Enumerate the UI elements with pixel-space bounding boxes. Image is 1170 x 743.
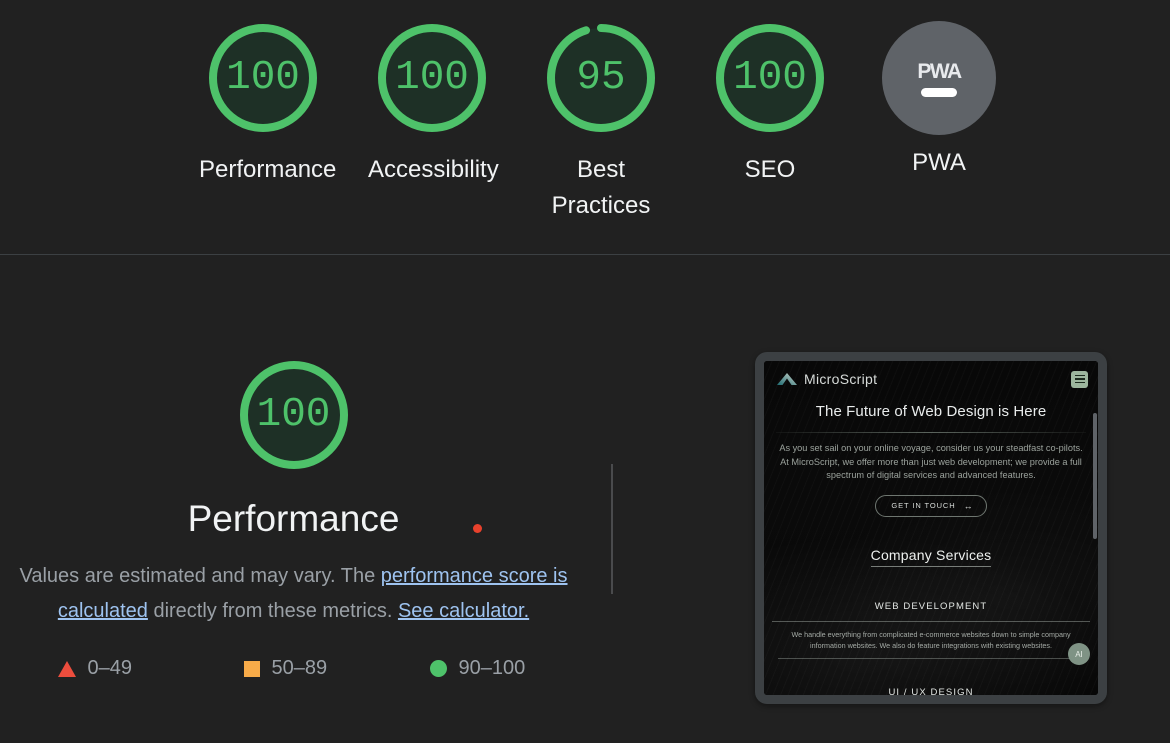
- disclaimer-text-part1: Values are estimated and may vary. The: [19, 565, 381, 587]
- legend-range-label: 0–49: [87, 657, 133, 679]
- service-divider-bottom: [778, 657, 1084, 659]
- site-brand-name: MicroScript: [804, 371, 878, 387]
- service-title-web-development: WEB DEVELOPMENT: [874, 600, 988, 612]
- ai-chat-bubble[interactable]: AI: [1068, 643, 1090, 665]
- get-in-touch-button[interactable]: GET IN TOUCH ↔: [875, 494, 987, 517]
- gauge-score-value: 100: [733, 54, 807, 101]
- section-title-underline: [871, 565, 991, 567]
- double-arrow-icon: ↔: [963, 500, 973, 511]
- site-intro-paragraph: As you set sail on your online voyage, c…: [779, 443, 1083, 480]
- legend-item-pass: 90–100: [429, 657, 526, 680]
- gauge-seo[interactable]: 100: [706, 14, 834, 142]
- scores-summary-row: 100 Performance 100 Accessibility 95 Bes…: [0, 0, 1170, 224]
- service-description-web-development: We handle everything from complicated e-…: [791, 629, 1071, 650]
- gauge-best-practices[interactable]: 95: [537, 14, 665, 142]
- gauge-score-value: 100: [395, 54, 469, 101]
- summary-gauge-seo[interactable]: 100 SEO: [700, 14, 840, 188]
- headline-divider: [776, 432, 1086, 433]
- circle-icon: [429, 660, 447, 677]
- summary-gauge-performance[interactable]: 100 Performance: [193, 14, 337, 188]
- legend-range-label: 50–89: [271, 657, 328, 679]
- gauge-score-value: 100: [226, 54, 300, 101]
- page-title: Performance: [187, 498, 400, 539]
- gauge-performance-large[interactable]: 100: [230, 351, 358, 479]
- gauge-label: PWA: [912, 149, 966, 176]
- site-headline: The Future of Web Design is Here: [815, 403, 1047, 420]
- thumbnail-scrollbar[interactable]: [1093, 413, 1097, 539]
- gauge-accessibility[interactable]: 100: [368, 14, 496, 142]
- see-calculator-link[interactable]: See calculator.: [398, 600, 529, 622]
- site-cta-wrapper: GET IN TOUCH ↔: [764, 494, 1098, 517]
- service-divider-top: [772, 620, 1090, 622]
- site-brand: MicroScript: [776, 371, 877, 387]
- gauge-label: Accessibility: [368, 156, 499, 183]
- legend-item-average: 50–89: [243, 657, 430, 680]
- service-title-ui-ux-design: UI / UX DESIGN: [888, 686, 974, 696]
- category-detail-panel: 100 Performance Values are estimated and…: [0, 256, 1170, 743]
- score-legend: 0–49 50–89 90–100: [34, 657, 554, 680]
- performance-detail-column: 100 Performance Values are estimated and…: [0, 351, 587, 680]
- gauge-score-value: 95: [576, 54, 626, 101]
- gauge-performance[interactable]: 100: [199, 14, 327, 142]
- site-navbar: MicroScript: [764, 361, 1098, 393]
- cta-label: GET IN TOUCH: [891, 501, 956, 510]
- site-section-title: Company Services: [870, 546, 992, 563]
- disclaimer-text-part2: directly from these metrics.: [147, 600, 398, 622]
- pwa-not-applicable-dash-icon: [921, 87, 957, 97]
- gauge-label: Performance: [199, 156, 337, 183]
- scores-summary-strip: 100 Performance 100 Accessibility 95 Bes…: [0, 0, 1170, 255]
- mountain-logo-icon: [777, 373, 797, 385]
- summary-gauge-accessibility[interactable]: 100 Accessibility: [362, 14, 502, 188]
- vertical-divider: [611, 464, 613, 594]
- summary-gauge-pwa[interactable]: PWA PWA: [869, 14, 1009, 181]
- gauge-score-value-large: 100: [256, 391, 331, 438]
- triangle-icon: [57, 660, 76, 677]
- pwa-badge[interactable]: PWA: [882, 21, 996, 135]
- legend-range-label: 90–100: [458, 657, 526, 679]
- gauge-label: SEO: [744, 156, 796, 183]
- site-screenshot-viewport: MicroScript The Future of Web Design is …: [764, 361, 1098, 695]
- pwa-badge-text: PWA: [917, 59, 962, 83]
- hamburger-menu-icon[interactable]: [1071, 370, 1088, 388]
- summary-gauge-best-practices[interactable]: 95 Best Practices: [531, 14, 671, 224]
- legend-item-fail: 0–49: [57, 657, 244, 680]
- gauge-label: Best Practices: [551, 156, 651, 219]
- square-icon: [243, 660, 260, 677]
- site-screenshot-thumbnail[interactable]: MicroScript The Future of Web Design is …: [755, 352, 1107, 704]
- lighthouse-report-page: 100 Performance 100 Accessibility 95 Bes…: [0, 0, 1170, 743]
- score-disclaimer: Values are estimated and may vary. The p…: [9, 559, 579, 629]
